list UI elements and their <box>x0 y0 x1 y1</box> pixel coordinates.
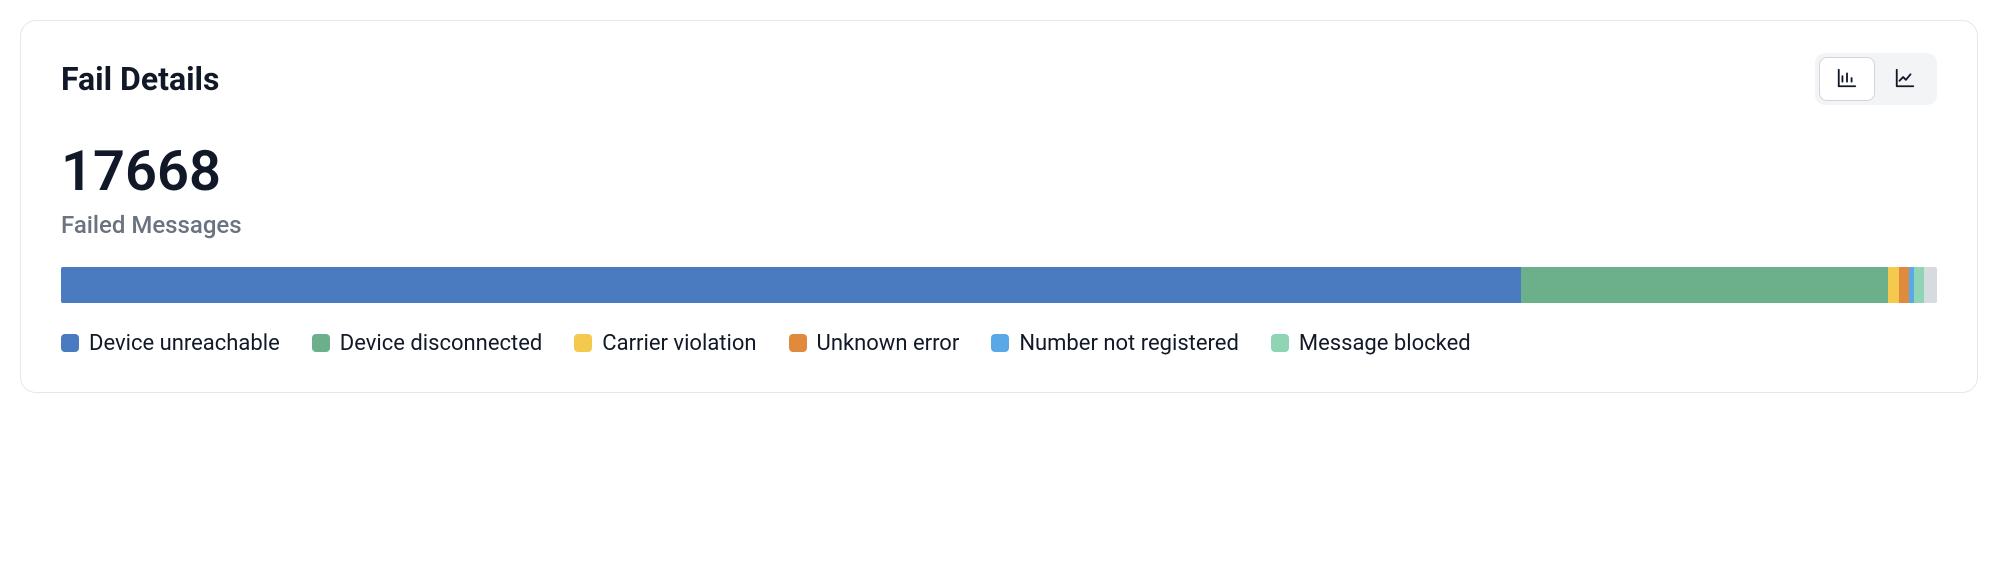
legend-item: Number not registered <box>991 331 1239 356</box>
total-label: Failed Messages <box>61 211 1937 239</box>
card-title: Fail Details <box>61 60 219 98</box>
legend-item: Device unreachable <box>61 331 280 356</box>
legend-swatch <box>574 334 592 352</box>
legend-swatch <box>61 334 79 352</box>
chart-type-toggle <box>1815 53 1937 105</box>
legend-item: Unknown error <box>789 331 960 356</box>
legend-swatch <box>789 334 807 352</box>
legend-label: Message blocked <box>1299 331 1471 356</box>
legend-swatch <box>1271 334 1289 352</box>
bar-chart-toggle[interactable] <box>1819 57 1875 101</box>
card-header: Fail Details <box>61 53 1937 105</box>
legend-item: Carrier violation <box>574 331 756 356</box>
line-chart-icon <box>1894 67 1916 92</box>
total-value: 17668 <box>61 141 1937 203</box>
line-chart-toggle[interactable] <box>1877 57 1933 101</box>
legend-swatch <box>991 334 1009 352</box>
chart-legend: Device unreachable Device disconnected Car… <box>61 331 1937 356</box>
stacked-bar-chart <box>61 267 1937 303</box>
bar-segment <box>1888 267 1899 303</box>
legend-item: Device disconnected <box>312 331 543 356</box>
bar-segment <box>1521 267 1889 303</box>
legend-item: Message blocked <box>1271 331 1471 356</box>
bar-chart-icon <box>1836 67 1858 92</box>
legend-label: Carrier violation <box>602 331 756 356</box>
legend-swatch <box>312 334 330 352</box>
legend-label: Unknown error <box>817 331 960 356</box>
bar-segment-residual <box>1924 267 1937 303</box>
bar-segment <box>1899 267 1908 303</box>
legend-label: Device disconnected <box>340 331 543 356</box>
bar-segment <box>1914 267 1923 303</box>
legend-label: Device unreachable <box>89 331 280 356</box>
bar-segment <box>61 267 1521 303</box>
legend-label: Number not registered <box>1019 331 1239 356</box>
fail-details-card: Fail Details 17668 Failed Messages Devic… <box>20 20 1978 393</box>
